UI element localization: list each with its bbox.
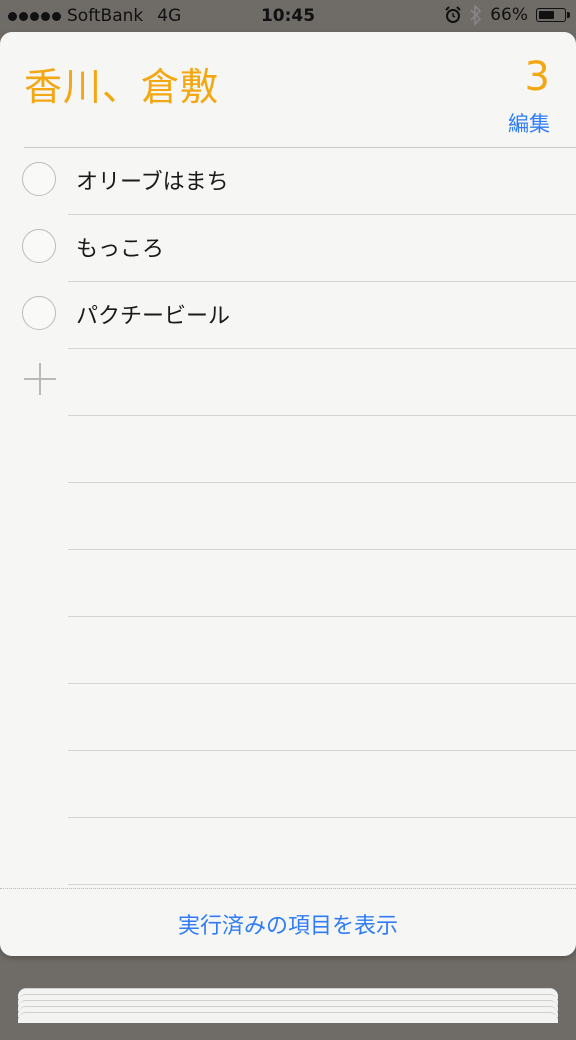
complete-checkbox[interactable] <box>22 229 56 263</box>
reminder-label[interactable]: もっころ <box>76 231 164 263</box>
reminder-row: オリーブはまち <box>0 148 576 215</box>
reminder-count: 3 <box>524 54 550 100</box>
empty-row[interactable] <box>0 416 576 483</box>
footer-divider <box>0 888 576 889</box>
empty-row[interactable] <box>0 684 576 751</box>
empty-row[interactable] <box>0 617 576 684</box>
battery-percent: 66% <box>490 5 528 25</box>
complete-checkbox[interactable] <box>22 162 56 196</box>
edit-button[interactable]: 編集 <box>508 108 550 138</box>
reminder-row: もっころ <box>0 215 576 282</box>
empty-row[interactable] <box>0 483 576 550</box>
reminder-list: オリーブはまち もっころ パクチービール <box>0 148 576 885</box>
reminder-label[interactable]: オリーブはまち <box>76 164 229 196</box>
bluetooth-icon <box>470 5 482 25</box>
show-completed-button[interactable]: 実行済みの項目を表示 <box>0 908 576 940</box>
empty-row[interactable] <box>0 818 576 885</box>
status-icons: 66% <box>444 5 570 25</box>
empty-row[interactable] <box>0 550 576 617</box>
add-reminder-row[interactable] <box>0 349 576 416</box>
list-title: 香川、倉敷 <box>24 65 220 109</box>
complete-checkbox[interactable] <box>22 296 56 330</box>
status-bar: SoftBank 4G 10:45 66% <box>0 0 576 32</box>
reminder-label[interactable]: パクチービール <box>76 298 230 330</box>
stacked-lists[interactable] <box>12 980 564 1040</box>
plus-icon[interactable] <box>24 363 56 395</box>
list-header: 香川、倉敷 3 編集 <box>0 32 576 147</box>
empty-row[interactable] <box>0 751 576 818</box>
alarm-icon <box>445 6 461 23</box>
reminders-list-card: 香川、倉敷 3 編集 オリーブはまち もっころ パクチービール 実行済みの項目を… <box>0 32 576 956</box>
battery-icon <box>536 8 570 22</box>
reminder-row: パクチービール <box>0 282 576 349</box>
